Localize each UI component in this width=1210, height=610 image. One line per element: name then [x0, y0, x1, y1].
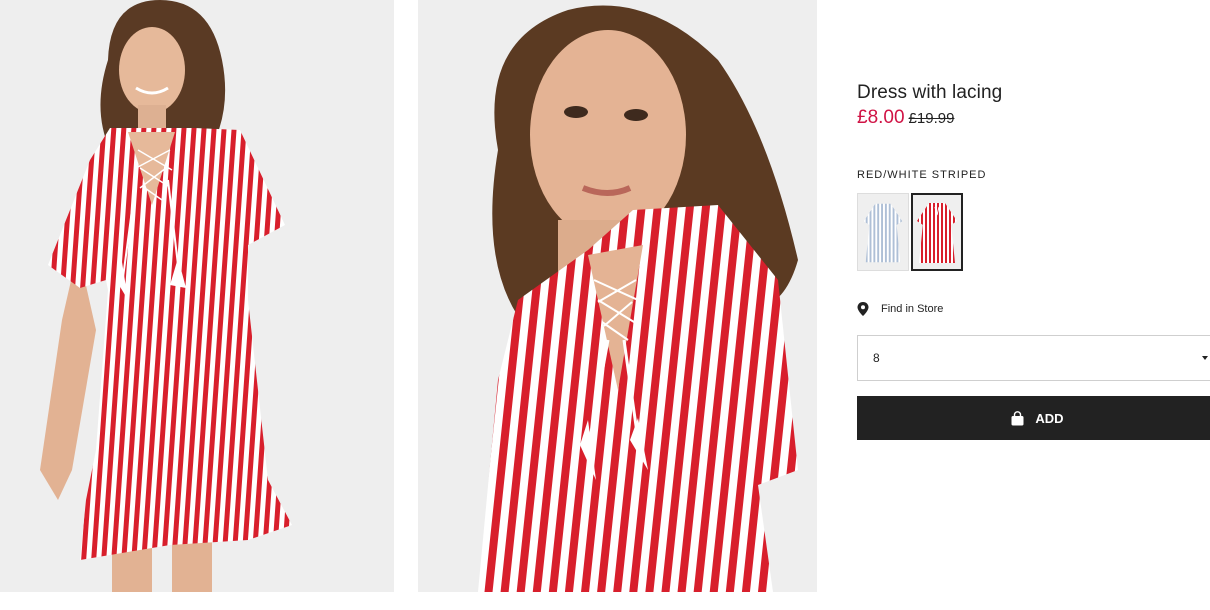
- model-close-up-illustration: [418, 0, 817, 592]
- original-price: £19.99: [908, 110, 955, 127]
- add-to-bag-button[interactable]: ADD: [857, 396, 1210, 440]
- chevron-down-icon: [1202, 356, 1208, 360]
- find-in-store-label: Find in Store: [881, 303, 944, 315]
- selected-size: 8: [873, 351, 880, 365]
- shopping-bag-icon: [1011, 410, 1024, 425]
- add-button-label: ADD: [1035, 410, 1064, 426]
- price-row: £8.00 £19.99: [857, 107, 954, 129]
- product-info-panel: Dress with lacing £8.00 £19.99 RED/WHITE …: [857, 0, 1210, 592]
- product-image-full-body[interactable]: [0, 0, 394, 592]
- product-image-close-up[interactable]: [418, 0, 817, 592]
- size-dropdown[interactable]: 8: [857, 335, 1210, 381]
- swatch-red-white-striped[interactable]: [911, 193, 963, 271]
- model-full-body-illustration: [0, 0, 394, 592]
- swatch-light-blue-striped[interactable]: [857, 193, 909, 271]
- selected-color-label: RED/WHITE STRIPED: [857, 169, 987, 181]
- sale-price: £8.00: [857, 107, 905, 128]
- location-pin-icon: [857, 302, 869, 316]
- product-title: Dress with lacing: [857, 82, 1003, 103]
- find-in-store-link[interactable]: Find in Store: [857, 302, 943, 316]
- light-blue-dress-thumbnail: [858, 194, 908, 270]
- red-dress-thumbnail: [913, 195, 961, 269]
